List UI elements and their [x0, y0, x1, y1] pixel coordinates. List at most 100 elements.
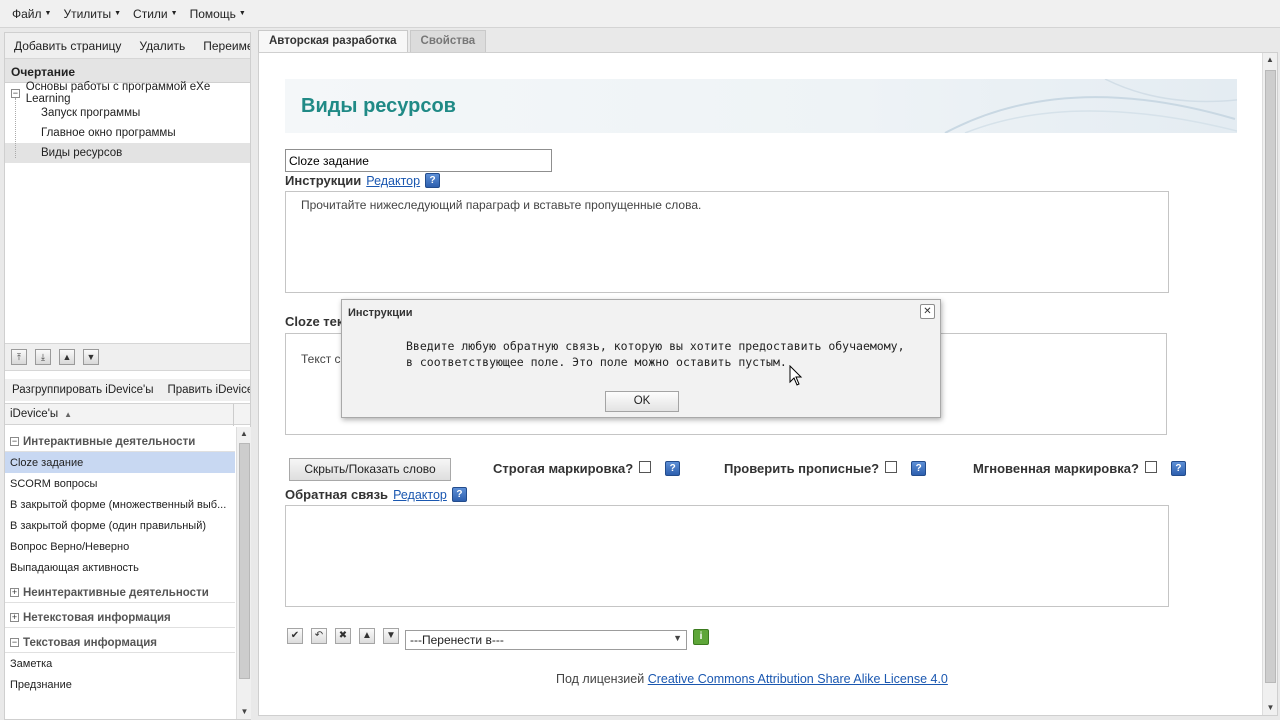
idevice-group-interactive[interactable]: − Интерактивные деятельности: [5, 432, 235, 452]
ok-button[interactable]: OK: [605, 391, 679, 412]
ungroup-idevices-button[interactable]: Разгруппировать iDevice'ы: [5, 384, 160, 396]
instant-marking-label: Мгновенная маркировка?: [973, 461, 1139, 476]
strict-marking-checkbox[interactable]: [639, 460, 652, 473]
mouse-cursor-icon: [789, 365, 803, 386]
outline-root-label: Основы работы с программой eXe Learning: [25, 81, 211, 105]
group-label: Интерактивные деятельности: [23, 435, 196, 448]
outline-tree: − Основы работы с программой eXe Learnin…: [5, 81, 250, 333]
instructions-text: Прочитайте нижеследующий параграф и вста…: [301, 198, 702, 212]
help-icon[interactable]: ?: [665, 461, 681, 476]
idevice-item-label: Вопрос Верно/Неверно: [10, 540, 130, 553]
idevice-item[interactable]: Вопрос Верно/Неверно: [5, 536, 235, 557]
help-icon[interactable]: ?: [911, 461, 927, 476]
edit-idevices-button[interactable]: Править iDevice'ы: [160, 384, 250, 396]
info-icon[interactable]: i: [693, 629, 709, 645]
add-page-button[interactable]: Добавить страницу: [5, 39, 130, 53]
dialog-title: Инструкции: [348, 307, 413, 319]
menubar: Файл ▼ Утилиты ▼ Стили ▼ Помощь ▼: [0, 0, 1280, 28]
chevron-down-icon: ▼: [114, 10, 122, 17]
scroll-down-icon[interactable]: ▼: [237, 705, 252, 719]
menu-styles-label: Стили: [133, 6, 168, 21]
idevice-group-nontext[interactable]: + Нетекстовая информация: [5, 608, 235, 628]
idevice-item[interactable]: Заметка: [5, 653, 235, 674]
license-line: Под лицензией Creative Commons Attributi…: [556, 672, 948, 686]
move-down-icon[interactable]: ▼: [383, 628, 399, 644]
license-link[interactable]: Creative Commons Attribution Share Alike…: [648, 672, 948, 686]
idevice-item[interactable]: В закрытой форме (один правильный): [5, 515, 235, 536]
feedback-label-row: Обратная связь Редактор ?: [285, 487, 467, 502]
undo-icon[interactable]: ↶: [311, 628, 327, 644]
idevice-item-label: Выпадающая активность: [10, 561, 139, 574]
menu-file[interactable]: Файл ▼: [6, 7, 57, 21]
idevice-item[interactable]: Предзнание: [5, 674, 235, 695]
rename-button[interactable]: Переимено: [194, 39, 250, 53]
menu-help[interactable]: Помощь ▼: [184, 7, 252, 21]
help-icon[interactable]: ?: [425, 173, 441, 188]
idevice-group-noninteractive[interactable]: + Неинтерактивные деятельности: [5, 583, 235, 603]
outline-node-label: Главное окно программы: [41, 127, 176, 139]
check-caps-checkbox[interactable]: [885, 460, 898, 473]
feedback-textarea[interactable]: [285, 505, 1169, 607]
close-icon[interactable]: ✕: [920, 304, 935, 319]
scroll-thumb[interactable]: [239, 443, 250, 679]
outline-node-selected[interactable]: Виды ресурсов: [5, 143, 250, 163]
menu-utilities-label: Утилиты: [63, 6, 112, 21]
content-scrollbar[interactable]: ▲ ▼: [1262, 53, 1277, 715]
outline-node[interactable]: Запуск программы: [5, 103, 250, 123]
scroll-thumb[interactable]: [1265, 70, 1276, 683]
help-icon[interactable]: ?: [1170, 461, 1186, 476]
instructions-textarea[interactable]: Прочитайте нижеследующий параграф и вста…: [285, 191, 1169, 293]
idevice-item-label: SCORM вопросы: [10, 477, 98, 490]
collapse-icon[interactable]: −: [11, 88, 20, 98]
cloze-label-row: Cloze тек: [285, 314, 343, 329]
help-icon[interactable]: ?: [451, 487, 467, 502]
strict-marking-option: Строгая маркировка? ?: [493, 460, 681, 476]
demote-icon[interactable]: ⤓: [35, 349, 51, 365]
group-label: Текстовая информация: [23, 636, 157, 649]
idevice-group-text[interactable]: − Текстовая информация: [5, 633, 235, 653]
promote-icon[interactable]: ⤒: [11, 349, 27, 365]
outline-root[interactable]: − Основы работы с программой eXe Learnin…: [5, 81, 250, 105]
instant-marking-checkbox[interactable]: [1144, 460, 1157, 473]
check-caps-option: Проверить прописные? ?: [724, 460, 927, 476]
move-down-icon[interactable]: ▼: [83, 349, 99, 365]
idevice-item[interactable]: В закрытой форме (множественный выб...: [5, 494, 235, 515]
idevice-item-label: Cloze задание: [10, 456, 84, 469]
outline-toolbar: Добавить страницу Удалить Переимено: [5, 33, 250, 59]
feedback-editor-link[interactable]: Редактор: [393, 488, 447, 502]
idevice-title-input[interactable]: [285, 149, 552, 172]
delete-button[interactable]: Удалить: [130, 39, 194, 53]
scroll-up-icon[interactable]: ▲: [237, 427, 251, 441]
instructions-editor-link[interactable]: Редактор: [366, 174, 420, 188]
outline-title: Очертание: [5, 59, 250, 83]
page-header-banner: Виды ресурсов: [285, 79, 1237, 133]
move-to-select[interactable]: ---Перенести в--- ▼: [405, 630, 687, 650]
instructions-label: Инструкции: [285, 173, 362, 188]
tab-properties[interactable]: Свойства: [409, 30, 487, 52]
dialog-message: Введите любую обратную связь, которую вы…: [406, 339, 905, 369]
move-up-icon[interactable]: ▲: [59, 349, 75, 365]
expand-icon: +: [10, 587, 19, 597]
check-caps-label: Проверить прописные?: [724, 461, 880, 476]
page-title: Виды ресурсов: [301, 95, 456, 117]
chevron-down-icon: ▼: [44, 10, 52, 17]
left-panel: Добавить страницу Удалить Переимено Очер…: [4, 32, 251, 720]
done-icon[interactable]: ✔: [287, 628, 303, 644]
hide-show-word-button[interactable]: Скрыть/Показать слово: [289, 458, 451, 481]
idevice-scrollbar[interactable]: ▲ ▼: [236, 427, 251, 719]
scroll-down-icon[interactable]: ▼: [1263, 701, 1278, 715]
delete-icon[interactable]: ✖: [335, 628, 351, 644]
strict-marking-label: Строгая маркировка?: [493, 461, 634, 476]
group-label: Неинтерактивные деятельности: [23, 586, 209, 599]
scroll-up-icon[interactable]: ▲: [1263, 53, 1277, 67]
menu-utilities[interactable]: Утилиты ▼: [57, 7, 127, 21]
idevice-list: − Интерактивные деятельности Cloze задани…: [5, 427, 235, 720]
tab-authoring[interactable]: Авторская разработка: [258, 30, 408, 52]
move-up-icon[interactable]: ▲: [359, 628, 375, 644]
idevice-item[interactable]: SCORM вопросы: [5, 473, 235, 494]
idevice-item-selected[interactable]: Cloze задание: [5, 452, 235, 473]
menu-styles[interactable]: Стили ▼: [127, 7, 184, 21]
outline-node[interactable]: Главное окно программы: [5, 123, 250, 143]
idevice-column-header[interactable]: iDevice'ы ▲: [5, 403, 250, 426]
idevice-item[interactable]: Выпадающая активность: [5, 557, 235, 578]
